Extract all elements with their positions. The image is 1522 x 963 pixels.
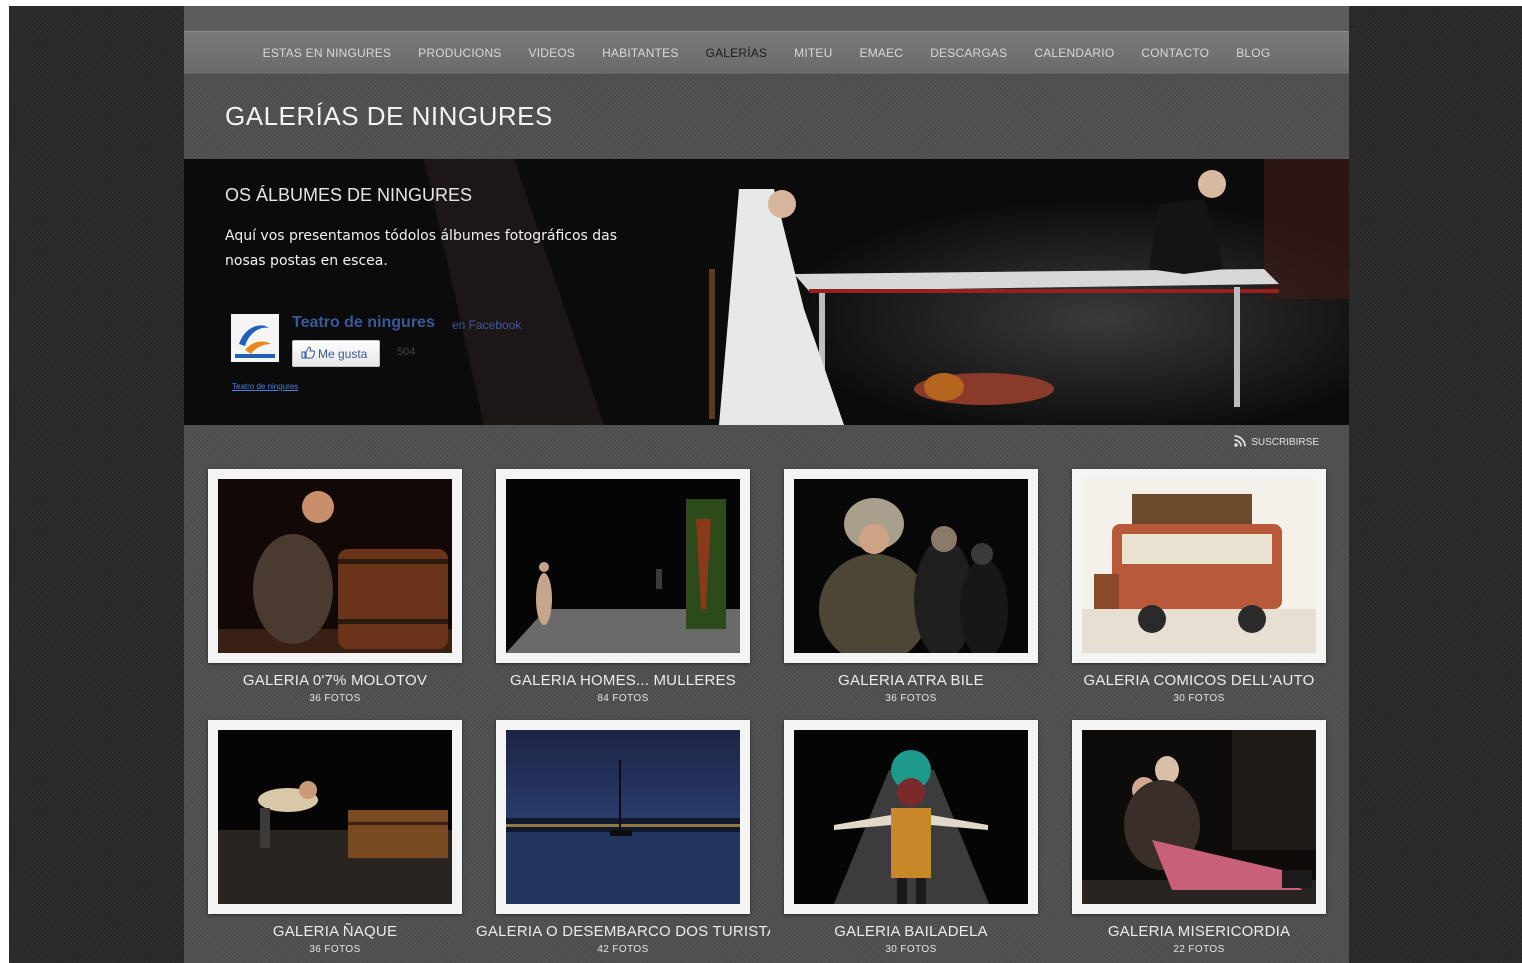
facebook-page-link[interactable]: Teatro de ningures [232, 382, 298, 391]
album-photo-count: 36 FOTOS [309, 944, 361, 955]
album-photo [218, 730, 452, 904]
top-strip [184, 6, 1349, 31]
hero-description: Aquí vos presentamos tódolos álbumes fot… [225, 228, 618, 269]
page-background: ESTAS EN NINGURES PRODUCIONS VIDEOS HABI… [9, 6, 1522, 963]
hero-banner: OS ÁLBUMES DE NINGURES Aquí vos presenta… [184, 159, 1349, 425]
album-photo [1082, 730, 1316, 904]
facebook-like-box: Teatro de ningures en Facebook Me gusta … [231, 314, 541, 404]
nav-item-blog[interactable]: BLOG [1236, 46, 1270, 60]
nav-item-emaec[interactable]: EMAEC [860, 46, 904, 60]
album-photo [1082, 479, 1316, 653]
thumbs-up-icon [301, 345, 316, 362]
album-title[interactable]: GALERIA ÑAQUE [188, 923, 482, 940]
album-photo [506, 730, 740, 904]
album-photo [794, 730, 1028, 904]
nav-item-descargas[interactable]: DESCARGAS [930, 46, 1007, 60]
album-title[interactable]: GALERIA O DESEMBARCO DOS TURISTAS [476, 923, 770, 940]
album-photo [506, 479, 740, 653]
album-thumbnail[interactable] [784, 469, 1038, 663]
album-photo-count: 30 FOTOS [885, 944, 937, 955]
album-thumbnail[interactable] [784, 720, 1038, 914]
page-title: GALERÍAS DE NINGURES [225, 101, 553, 131]
nav-item-contacto[interactable]: CONTACTO [1141, 46, 1209, 60]
album-photo [794, 479, 1028, 653]
hero-heading: OS ÁLBUMES DE NINGURES [225, 185, 473, 205]
nav-item-producions[interactable]: PRODUCIONS [418, 46, 501, 60]
main-nav: ESTAS EN NINGURES PRODUCIONS VIDEOS HABI… [184, 31, 1349, 75]
facebook-on-label: en Facebook [452, 318, 522, 332]
like-button[interactable]: Me gusta [292, 340, 380, 367]
album-title[interactable]: GALERIA 0'7% MOLOTOV [188, 672, 482, 689]
album-photo-count: 84 FOTOS [597, 693, 649, 704]
like-button-label: Me gusta [318, 346, 368, 361]
nav-item-galerias[interactable]: GALERÍAS [706, 46, 768, 60]
album-thumbnail[interactable] [1072, 720, 1326, 914]
album-photo-count: 30 FOTOS [1173, 693, 1225, 704]
like-count: 504 [397, 346, 416, 358]
album-thumbnail[interactable] [1072, 469, 1326, 663]
album-thumbnail[interactable] [496, 720, 750, 914]
nav-item-miteu[interactable]: MITEU [794, 46, 832, 60]
album-title[interactable]: GALERIA COMICOS DELL'AUTO [1052, 672, 1346, 689]
subscribe-link[interactable]: SUSCRIBIRSE [1234, 435, 1319, 450]
album-photo-count: 42 FOTOS [597, 944, 649, 955]
album-title[interactable]: GALERIA ATRA BILE [764, 672, 1058, 689]
album-title[interactable]: GALERIA MISERICORDIA [1052, 923, 1346, 940]
album-thumbnail[interactable] [496, 469, 750, 663]
nav-item-videos[interactable]: VIDEOS [529, 46, 576, 60]
rss-icon [1234, 435, 1247, 450]
album-photo [218, 479, 452, 653]
album-title[interactable]: GALERIA BAILADELA [764, 923, 1058, 940]
album-photo-count: 36 FOTOS [309, 693, 361, 704]
album-thumbnail[interactable] [208, 469, 462, 663]
theatre-logo [231, 314, 279, 362]
facebook-page-name[interactable]: Teatro de ningures [292, 314, 435, 332]
nav-item-calendario[interactable]: CALENDARIO [1034, 46, 1114, 60]
album-title[interactable]: GALERIA HOMES... MULLERES [476, 672, 770, 689]
album-photo-count: 22 FOTOS [1173, 944, 1225, 955]
page-container: ESTAS EN NINGURES PRODUCIONS VIDEOS HABI… [184, 6, 1349, 963]
album-photo-count: 36 FOTOS [885, 693, 937, 704]
nav-item-habitantes[interactable]: HABITANTES [602, 46, 678, 60]
album-thumbnail[interactable] [208, 720, 462, 914]
nav-item-estas-en-ningures[interactable]: ESTAS EN NINGURES [263, 46, 392, 60]
subscribe-label: SUSCRIBIRSE [1251, 437, 1319, 448]
